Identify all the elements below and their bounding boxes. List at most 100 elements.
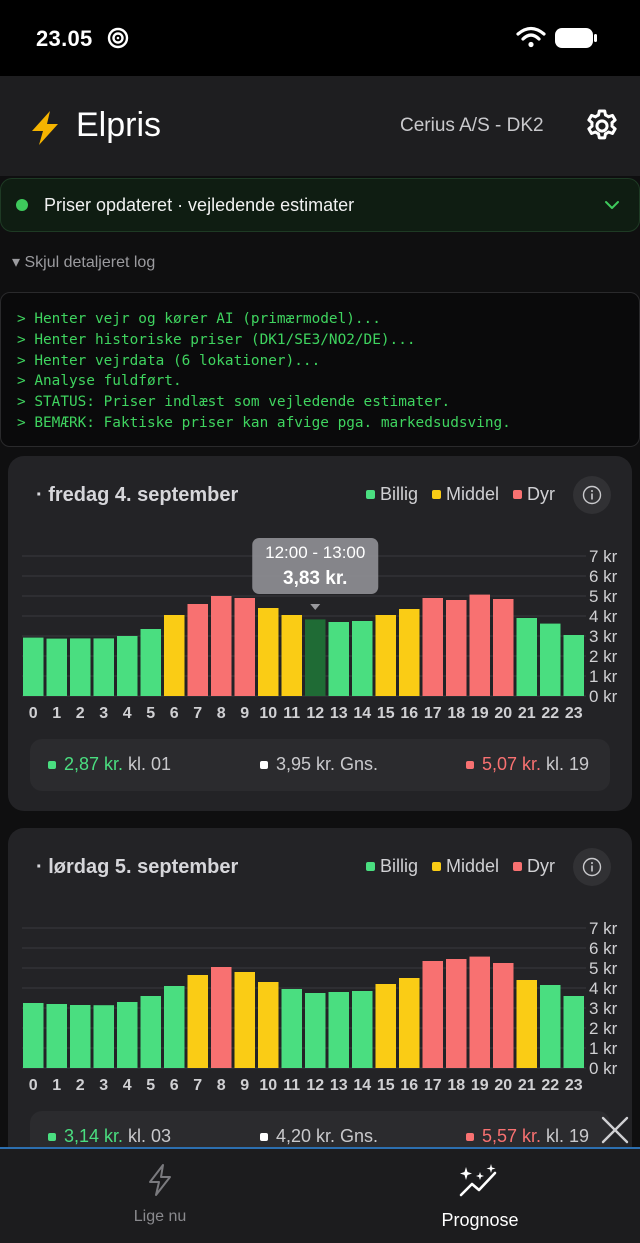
bar-hour-3[interactable] <box>93 638 115 696</box>
x-tick-label: 4 <box>123 1077 132 1094</box>
bar-hour-2[interactable] <box>70 1005 91 1068</box>
bar-hour-11[interactable] <box>281 989 303 1068</box>
x-tick-label: 9 <box>240 1077 249 1094</box>
bar-hour-18[interactable] <box>446 959 467 1068</box>
close-icon[interactable] <box>599 1114 631 1146</box>
gear-icon[interactable] <box>583 107 621 145</box>
y-tick-label: 7 kr <box>589 919 618 938</box>
bar-hour-22[interactable] <box>540 623 561 696</box>
bar-hour-21[interactable] <box>516 980 538 1068</box>
bar-hour-6[interactable] <box>164 986 185 1068</box>
x-tick-label: 5 <box>146 705 155 722</box>
bar-hour-5[interactable] <box>140 629 162 696</box>
nav-label-forecast: Prognose <box>441 1210 519 1230</box>
log-line: > STATUS: Priser indlæst som vejledende … <box>17 394 451 411</box>
nav-tab-now[interactable]: Lige nu <box>0 1149 320 1243</box>
provider-label[interactable]: Cerius A/S - DK2 <box>400 115 544 137</box>
x-tick-label: 8 <box>217 705 226 722</box>
x-tick-label: 22 <box>541 1077 559 1094</box>
price-chart[interactable]: 0 kr1 kr2 kr3 kr4 kr5 kr6 kr7 kr0 1 2 3 4 5 6 7… <box>8 828 632 1108</box>
bar-hour-7[interactable] <box>187 604 209 696</box>
bar-hour-1[interactable] <box>46 638 68 696</box>
x-tick-label: 14 <box>353 705 371 722</box>
bar-hour-4[interactable] <box>117 1002 138 1068</box>
sparkle-trend-icon <box>459 1164 497 1197</box>
avg-price: 4,20 kr. Gns. <box>260 1126 378 1147</box>
bar-hour-13[interactable] <box>328 622 350 696</box>
chevron-down-icon[interactable] <box>603 198 621 212</box>
lightning-outline-icon <box>149 1164 171 1196</box>
x-tick-label: 9 <box>240 705 249 722</box>
x-tick-label: 0 <box>29 705 38 722</box>
bar-hour-21[interactable] <box>516 618 538 696</box>
bar-hour-17[interactable] <box>422 961 444 1068</box>
x-tick-label: 3 <box>99 705 108 722</box>
bar-hour-16[interactable] <box>399 978 420 1068</box>
bar-hour-9[interactable] <box>234 972 256 1068</box>
bar-hour-19[interactable] <box>469 956 491 1068</box>
bar-hour-17[interactable] <box>422 598 444 696</box>
y-tick-label: 2 kr <box>589 1019 618 1038</box>
bar-hour-16[interactable] <box>399 609 420 696</box>
bar-hour-8[interactable] <box>211 596 232 696</box>
x-tick-label: 10 <box>259 705 277 722</box>
bar-hour-6[interactable] <box>164 615 185 696</box>
bar-hour-19[interactable] <box>469 594 491 696</box>
price-chart[interactable]: 0 kr1 kr2 kr3 kr4 kr5 kr6 kr7 kr0 1 2 3 4 5 6 7… <box>8 456 632 736</box>
x-tick-label: 13 <box>330 705 348 722</box>
bar-hour-5[interactable] <box>140 996 162 1068</box>
log-toggle[interactable]: ▾ Skjul detaljeret log <box>12 252 155 272</box>
y-tick-label: 3 kr <box>589 999 618 1018</box>
bar-hour-15[interactable] <box>375 984 397 1068</box>
min-price: 2,87 kr. kl. 01 <box>48 754 171 775</box>
avg-price: 3,95 kr. Gns. <box>260 754 378 775</box>
status-banner[interactable]: Priser opdateret · vejledende estimater <box>0 178 640 232</box>
bar-hour-14[interactable] <box>352 991 373 1068</box>
status-bar: 23.05 <box>0 0 640 76</box>
x-tick-label: 23 <box>565 1077 583 1094</box>
x-tick-label: 6 <box>170 705 179 722</box>
bar-hour-14[interactable] <box>352 621 373 696</box>
x-tick-label: 23 <box>565 705 583 722</box>
lightning-bolt-icon <box>32 111 58 145</box>
y-tick-label: 5 kr <box>589 959 618 978</box>
bar-hour-2[interactable] <box>70 638 91 696</box>
bar-hour-22[interactable] <box>540 985 561 1068</box>
y-tick-label: 6 kr <box>589 567 618 586</box>
bar-hour-11[interactable] <box>281 615 303 696</box>
bar-hour-13[interactable] <box>328 992 350 1068</box>
x-tick-label: 21 <box>518 1077 536 1094</box>
x-tick-label: 2 <box>76 705 85 722</box>
bar-hour-4[interactable] <box>117 636 138 696</box>
x-tick-label: 10 <box>259 1077 277 1094</box>
log-line: > Henter vejrdata (6 lokationer)... <box>17 352 321 369</box>
bar-hour-10[interactable] <box>258 608 279 696</box>
y-tick-label: 0 kr <box>589 1059 618 1078</box>
y-tick-label: 0 kr <box>589 687 618 706</box>
bar-hour-1[interactable] <box>46 1004 68 1068</box>
y-tick-label: 1 kr <box>589 667 618 686</box>
nav-tab-forecast[interactable]: Prognose <box>320 1149 640 1243</box>
bar-hour-18[interactable] <box>446 600 467 696</box>
bar-hour-12[interactable] <box>305 993 326 1068</box>
bar-hour-20[interactable] <box>493 599 514 696</box>
bar-hour-3[interactable] <box>93 1005 115 1068</box>
bar-hour-12[interactable] <box>305 619 326 696</box>
bar-hour-8[interactable] <box>211 967 232 1068</box>
bar-hour-20[interactable] <box>493 963 514 1068</box>
x-tick-label: 16 <box>400 1077 418 1094</box>
bar-hour-7[interactable] <box>187 975 209 1068</box>
x-tick-label: 18 <box>447 705 465 722</box>
bar-hour-23[interactable] <box>563 635 585 696</box>
x-tick-label: 13 <box>330 1077 348 1094</box>
bar-hour-15[interactable] <box>375 615 397 696</box>
bar-hour-9[interactable] <box>234 598 256 696</box>
status-text: Priser opdateret · vejledende estimater <box>44 195 355 215</box>
bar-hour-0[interactable] <box>23 637 44 696</box>
bar-hour-10[interactable] <box>258 982 279 1068</box>
bar-hour-0[interactable] <box>23 1003 44 1068</box>
x-tick-label: 12 <box>306 1077 324 1094</box>
x-tick-label: 7 <box>193 705 202 722</box>
bar-hour-23[interactable] <box>563 996 585 1068</box>
x-tick-label: 4 <box>123 705 132 722</box>
